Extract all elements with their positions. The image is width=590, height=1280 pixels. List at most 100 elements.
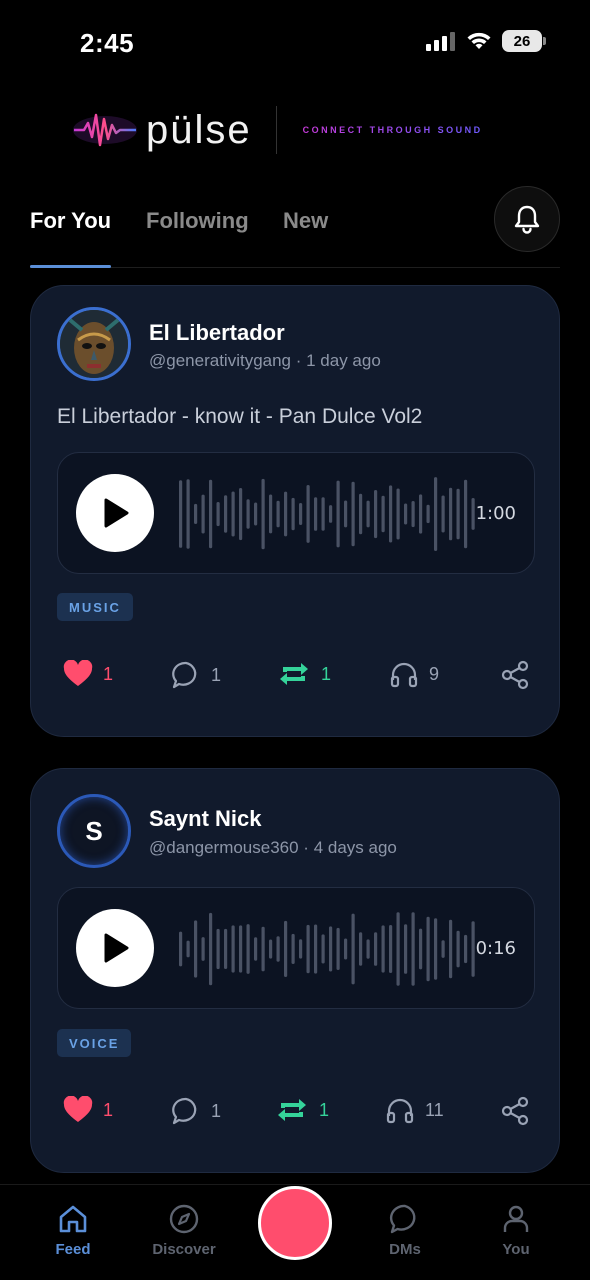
waveform-bar (366, 500, 370, 528)
comment-button[interactable]: 1 (171, 660, 221, 690)
audio-player: 1:00 (57, 452, 535, 574)
headphones-icon (386, 1098, 414, 1124)
mask-art-avatar-image (60, 310, 128, 378)
waveform-bar (396, 912, 400, 986)
listens-indicator: 9 (389, 660, 439, 688)
waveform-bar (284, 920, 288, 977)
nav-discover[interactable]: Discover (139, 1203, 229, 1258)
post-actions: 1 1 1 11 (57, 1096, 535, 1136)
waveform-bar (411, 912, 415, 986)
share-icon (501, 660, 529, 690)
tab-for-you[interactable]: For You (30, 208, 111, 234)
like-button[interactable]: 1 (63, 1096, 113, 1124)
repost-icon (280, 663, 308, 685)
cellular-signal-icon (426, 32, 455, 51)
waveform-bar (216, 502, 220, 527)
category-tag[interactable]: MUSIC (57, 593, 133, 621)
waveform[interactable] (178, 910, 478, 988)
record-button[interactable] (258, 1186, 332, 1260)
audio-duration: 1:00 (475, 503, 516, 524)
post-meta: @generativitygang · 1 day ago (149, 351, 381, 370)
avatar[interactable] (57, 307, 131, 381)
like-button[interactable]: 1 (63, 660, 113, 688)
share-button[interactable] (501, 660, 529, 690)
waveform-bar (314, 497, 318, 531)
tab-new[interactable]: New (283, 208, 328, 234)
waveform-bar (254, 502, 258, 526)
waveform-bar (426, 916, 430, 982)
waveform-bar (269, 939, 273, 959)
nav-you-label: You (502, 1241, 530, 1258)
nav-dms[interactable]: DMs (360, 1203, 450, 1258)
waveform-bar (284, 491, 288, 537)
waveform-bar (396, 488, 400, 540)
waveform-bar (389, 925, 393, 973)
play-icon (104, 498, 129, 528)
waveform-bar (231, 925, 235, 973)
waveform-bar (441, 495, 445, 533)
nav-feed-label: Feed (55, 1241, 91, 1258)
waveform-bar (224, 928, 228, 969)
nav-dms-label: DMs (389, 1241, 421, 1258)
brand-name: pülse (146, 107, 252, 152)
waveform-bar (374, 490, 378, 539)
listen-count: 11 (425, 1099, 444, 1120)
play-button[interactable] (76, 909, 154, 987)
waveform-bar (366, 939, 370, 959)
waveform-bar (419, 494, 423, 534)
waveform-bar (336, 927, 340, 970)
nav-discover-label: Discover (152, 1241, 216, 1258)
play-button[interactable] (76, 474, 154, 552)
waveform-bar (464, 479, 468, 549)
waveform-bar (449, 919, 453, 979)
waveform-bar (449, 487, 453, 541)
waveform-bar (194, 503, 198, 524)
repost-button[interactable]: 1 (277, 660, 331, 688)
repost-icon (278, 1099, 306, 1121)
brand-tagline: CONNECT THROUGH SOUND (302, 125, 483, 135)
post-author[interactable]: Saynt Nick (149, 806, 262, 832)
waveform-bar (336, 480, 340, 548)
post-caption: El Libertador - know it - Pan Dulce Vol2 (57, 405, 423, 428)
status-icons: 26 (426, 30, 546, 52)
waveform-bar (411, 501, 415, 528)
waveform-bar (276, 500, 280, 528)
tab-following[interactable]: Following (146, 208, 249, 234)
waveform-bar (216, 928, 220, 970)
waveform-bar (381, 495, 385, 533)
waveform-bar (261, 926, 265, 972)
nav-feed[interactable]: Feed (28, 1203, 118, 1258)
waveform-bar (299, 939, 303, 959)
waveform-bar (456, 488, 460, 540)
waveform-bar (419, 928, 423, 970)
waveform-bar (209, 479, 213, 549)
waveform-bar (314, 924, 318, 974)
wifi-icon (467, 32, 491, 49)
waveform-bar (351, 913, 355, 985)
waveform-bar (291, 933, 295, 964)
comment-count: 1 (211, 664, 222, 685)
repost-count: 1 (321, 663, 332, 684)
notifications-button[interactable] (494, 186, 560, 252)
avatar[interactable]: S (57, 794, 131, 868)
waveform-bar (261, 478, 265, 550)
waveform-bar (434, 477, 438, 551)
share-button[interactable] (501, 1096, 529, 1126)
nav-you[interactable]: You (471, 1203, 561, 1258)
bell-icon (514, 205, 540, 234)
post-author[interactable]: El Libertador (149, 320, 285, 346)
waveform-bar (179, 931, 183, 967)
post-card[interactable]: S Saynt Nick @dangermouse360 · 4 days ag… (30, 768, 560, 1173)
waveform-bar (306, 924, 310, 974)
post-card[interactable]: El Libertador @generativitygang · 1 day … (30, 285, 560, 737)
waveform-bar (246, 499, 250, 529)
waveform-bar (471, 921, 475, 977)
listen-count: 9 (429, 663, 440, 684)
waveform-bar (359, 932, 363, 966)
comment-button[interactable]: 1 (171, 1096, 221, 1126)
repost-button[interactable]: 1 (275, 1096, 329, 1124)
waveform-bar (359, 493, 363, 535)
category-tag[interactable]: VOICE (57, 1029, 132, 1057)
waveform[interactable] (178, 475, 478, 553)
audio-player: 0:16 (57, 887, 535, 1009)
